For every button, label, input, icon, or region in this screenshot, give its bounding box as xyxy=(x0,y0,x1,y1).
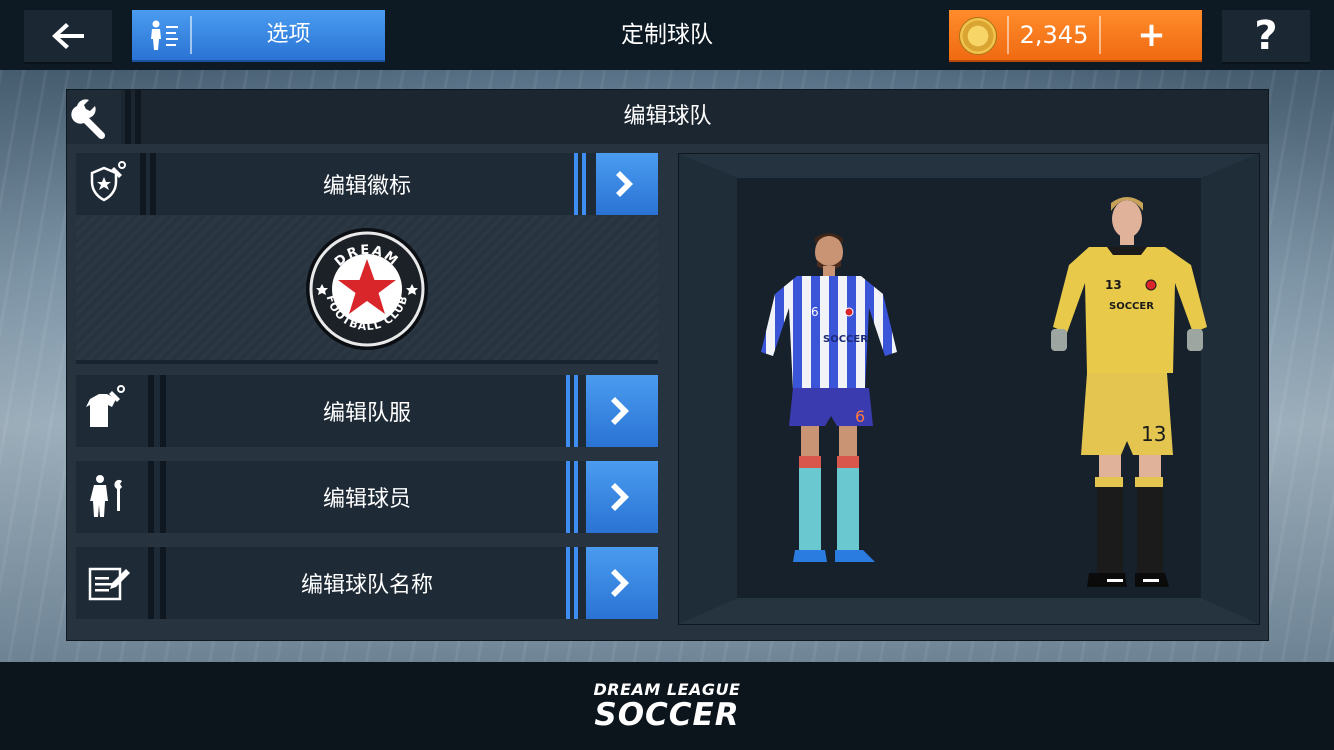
game-logo-bottom: SOCCER xyxy=(594,697,740,733)
chevron-right-icon xyxy=(611,483,629,511)
coin-balance: 2,345 + xyxy=(949,10,1202,62)
crest-edit-icon xyxy=(90,161,126,202)
row-accent-stripe xyxy=(574,547,578,619)
menu-label-edit-kit: 编辑队服 xyxy=(322,401,411,426)
goalkeeper-player: 13 SOCCER 13 xyxy=(1051,197,1207,587)
outfield-shirt-sponsor: SOCCER xyxy=(823,334,868,345)
row-stripe xyxy=(150,153,156,215)
edit-kit-arrow-button[interactable] xyxy=(586,375,658,447)
menu-label-edit-crest: 编辑徽标 xyxy=(322,174,411,199)
row-accent-stripe xyxy=(574,461,578,533)
row-stripe xyxy=(148,461,154,533)
player-edit-icon-box xyxy=(76,461,136,533)
outfield-shorts-number: 6 xyxy=(855,407,865,426)
row-stripe xyxy=(148,375,154,447)
gk-shirt-number: 13 xyxy=(1105,278,1122,292)
row-accent-stripe xyxy=(566,547,570,619)
chevron-right-icon xyxy=(611,569,629,597)
options-button[interactable]: 选项 xyxy=(132,10,385,62)
edit-team-name-arrow-button[interactable] xyxy=(586,547,658,619)
edit-crest-arrow-button[interactable] xyxy=(596,153,658,215)
gk-shorts-number: 13 xyxy=(1141,422,1166,446)
row-accent-stripe xyxy=(574,375,578,447)
name-edit-icon-box xyxy=(76,547,136,619)
crest-edit-icon-box xyxy=(76,153,136,215)
row-stripe xyxy=(148,547,154,619)
name-edit-icon xyxy=(88,567,130,601)
add-coins-button[interactable]: + xyxy=(1101,10,1202,60)
shirt-edit-icon-box xyxy=(76,375,136,447)
row-stripe xyxy=(140,153,146,215)
help-button[interactable]: ? xyxy=(1222,10,1310,64)
outfield-player: 6 SOCCER 6 xyxy=(761,233,897,562)
club-crest: DREAM FOOTBALL CLUB xyxy=(306,228,428,350)
row-accent-stripe xyxy=(582,153,586,215)
player-edit-icon xyxy=(90,475,122,517)
chevron-right-icon xyxy=(616,171,633,197)
menu-label-edit-players: 编辑球员 xyxy=(322,487,411,512)
top-bar: 选项 定制球队 2,345 + ? xyxy=(0,0,1334,70)
panel-title: 编辑球队 xyxy=(623,104,712,129)
panel-header: 编辑球队 xyxy=(67,90,1268,144)
menu-label-edit-team-name: 编辑球队名称 xyxy=(300,573,433,598)
options-label: 选项 xyxy=(266,22,311,47)
coin-amount: 2,345 xyxy=(1019,21,1089,49)
menu-item-edit-players[interactable]: 编辑球员 xyxy=(76,461,658,533)
menu-item-edit-kit[interactable]: 编辑队服 xyxy=(76,375,658,447)
chevron-right-icon xyxy=(611,397,629,425)
player-tactics-icon xyxy=(151,20,178,50)
outfield-shirt-number: 6 xyxy=(811,305,819,319)
menu-item-edit-team-name[interactable]: 编辑球队名称 xyxy=(76,547,658,619)
crest-preview-area: DREAM FOOTBALL CLUB xyxy=(76,216,658,364)
row-accent-stripe xyxy=(566,461,570,533)
back-button[interactable] xyxy=(24,10,112,64)
row-accent-stripe xyxy=(566,375,570,447)
shirt-edit-icon xyxy=(86,385,125,427)
row-accent-stripe xyxy=(574,153,578,215)
back-arrow-icon xyxy=(52,23,84,49)
edit-players-arrow-button[interactable] xyxy=(586,461,658,533)
page-title: 定制球队 xyxy=(621,22,713,48)
gk-shirt-sponsor: SOCCER xyxy=(1109,301,1154,312)
coin-icon xyxy=(959,17,997,55)
kit-preview-box: 6 SOCCER 6 13 SOCCER 13 xyxy=(678,153,1260,625)
menu-item-edit-crest[interactable]: 编辑徽标 xyxy=(76,153,658,215)
edit-team-panel: 编辑球队 编辑徽标 DREAM FOOTBALL CLUB 编辑队服 编辑球员 … xyxy=(67,90,1268,640)
